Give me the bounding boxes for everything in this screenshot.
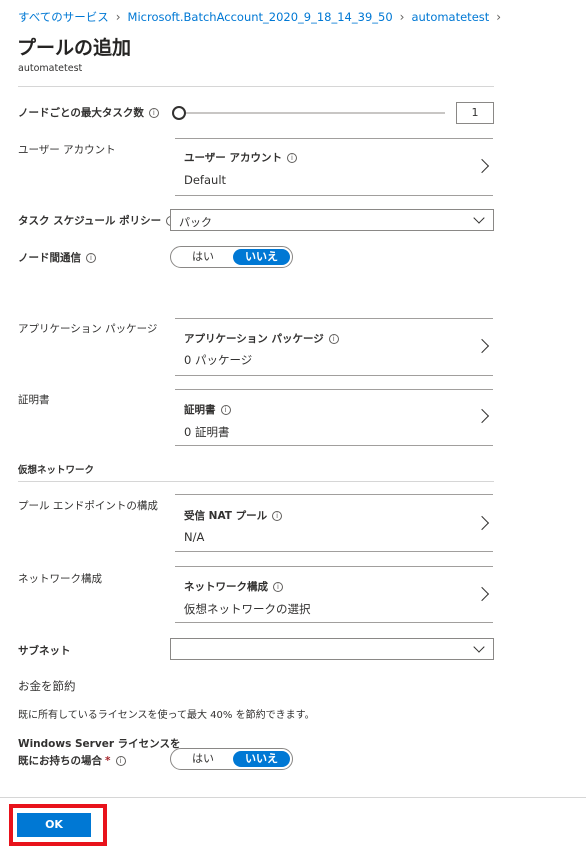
task-scheduling-label-text: タスク スケジュール ポリシー [18, 215, 162, 227]
windows-license-label-line1: Windows Server ライセンスを [18, 738, 181, 750]
app-packages-value: 0 パッケージ [184, 353, 253, 367]
task-scheduling-label: タスク スケジュール ポリシーi [18, 213, 177, 228]
breadcrumb: すべてのサービス › Microsoft.BatchAccount_2020_9… [18, 9, 508, 25]
section-divider [18, 481, 494, 482]
task-scheduling-value: パック [179, 216, 212, 229]
page-title: プールの追加 [17, 37, 132, 59]
breadcrumb-batch-account[interactable]: Microsoft.BatchAccount_2020_9_18_14_39_5… [128, 10, 393, 24]
network-config-row-label: ネットワーク構成 [18, 573, 102, 585]
certificates-picker-title-text: 証明書 [184, 404, 216, 416]
certificates-picker-title: 証明書 i [184, 402, 231, 417]
chevron-right-icon [474, 158, 490, 174]
inter-node-no-option[interactable]: いいえ [233, 249, 290, 265]
tasks-per-node-input[interactable]: 1 [456, 102, 494, 124]
certificates-picker[interactable]: 証明書 i 0 証明書 [175, 389, 493, 446]
chevron-right-icon [474, 408, 490, 424]
endpoint-config-row-label: プール エンドポイントの構成 [18, 500, 158, 512]
certificates-row-label: 証明書 [18, 394, 50, 406]
tasks-per-node-slider-track[interactable] [180, 112, 445, 114]
virtual-network-section-title: 仮想ネットワーク [18, 465, 95, 476]
savings-description: 既に所有しているライセンスを使って最大 40% を節約できます。 [18, 710, 315, 721]
savings-title: お金を節約 [18, 679, 76, 693]
info-icon[interactable]: i [286, 153, 297, 163]
windows-license-yes-option[interactable]: はい [174, 751, 232, 767]
user-account-picker-title: ユーザー アカウント i [184, 150, 297, 165]
chevron-down-icon [473, 212, 485, 224]
inter-node-yes-option[interactable]: はい [174, 249, 232, 265]
subnet-dropdown[interactable] [170, 638, 494, 660]
info-icon[interactable]: i [273, 582, 283, 592]
app-packages-picker[interactable]: アプリケーション パッケージ i 0 パッケージ [175, 318, 493, 376]
user-account-row-label: ユーザー アカウント [18, 144, 116, 156]
header-divider [18, 86, 494, 87]
chevron-right-icon [474, 338, 490, 354]
ok-button[interactable]: OK [17, 813, 91, 837]
tasks-per-node-label: ノードごとの最大タスク数 i [18, 105, 159, 120]
network-config-picker-title-text: ネットワーク構成 [184, 581, 268, 593]
inter-node-label: ノード間通信 i [18, 250, 96, 265]
breadcrumb-separator: › [115, 10, 121, 24]
info-icon[interactable]: i [220, 405, 231, 415]
info-icon[interactable]: i [272, 511, 283, 521]
inter-node-toggle[interactable]: はい いいえ [170, 246, 293, 268]
footer-divider [0, 797, 586, 798]
tasks-per-node-slider-thumb[interactable] [172, 106, 186, 120]
endpoint-config-picker-title-text: 受信 NAT プール [184, 510, 268, 522]
info-icon[interactable]: i [115, 756, 126, 766]
endpoint-config-picker-title: 受信 NAT プール i [184, 508, 283, 523]
breadcrumb-separator: › [496, 10, 502, 24]
network-config-picker[interactable]: ネットワーク構成 i 仮想ネットワークの選択 [175, 566, 493, 623]
tasks-per-node-label-text: ノードごとの最大タスク数 [18, 107, 144, 119]
app-packages-picker-title-text: アプリケーション パッケージ [184, 333, 324, 345]
info-icon[interactable]: i [86, 253, 96, 263]
user-account-picker[interactable]: ユーザー アカウント i Default [175, 138, 493, 196]
network-config-picker-title: ネットワーク構成 i [184, 579, 283, 594]
endpoint-config-picker[interactable]: 受信 NAT プール i N/A [175, 494, 493, 552]
required-indicator: * [105, 755, 111, 767]
app-packages-picker-title: アプリケーション パッケージ i [184, 331, 339, 346]
user-account-picker-title-text: ユーザー アカウント [184, 152, 282, 164]
chevron-down-icon [473, 641, 485, 653]
task-scheduling-dropdown[interactable]: パック [170, 209, 494, 231]
network-config-value: 仮想ネットワークの選択 [184, 602, 311, 616]
info-icon[interactable]: i [328, 334, 339, 344]
chevron-right-icon [474, 586, 490, 602]
breadcrumb-separator: › [399, 10, 405, 24]
windows-license-toggle[interactable]: はい いいえ [170, 748, 293, 770]
windows-license-label-line2: 既にお持ちの場合 * i [18, 753, 126, 768]
chevron-right-icon [474, 515, 490, 531]
breadcrumb-all-services[interactable]: すべてのサービス [18, 9, 109, 25]
endpoint-config-value: N/A [184, 530, 205, 544]
page-subtitle: automatetest [18, 63, 83, 74]
windows-license-label-line2-text: 既にお持ちの場合 [18, 755, 102, 767]
inter-node-label-text: ノード間通信 [18, 252, 81, 264]
subnet-label: サブネット [18, 645, 71, 657]
app-packages-row-label: アプリケーション パッケージ [18, 323, 158, 335]
certificates-value: 0 証明書 [184, 425, 230, 439]
breadcrumb-automatetest[interactable]: automatetest [411, 10, 489, 24]
info-icon[interactable]: i [148, 108, 159, 118]
user-account-value: Default [184, 173, 227, 187]
windows-license-no-option[interactable]: いいえ [233, 751, 290, 767]
